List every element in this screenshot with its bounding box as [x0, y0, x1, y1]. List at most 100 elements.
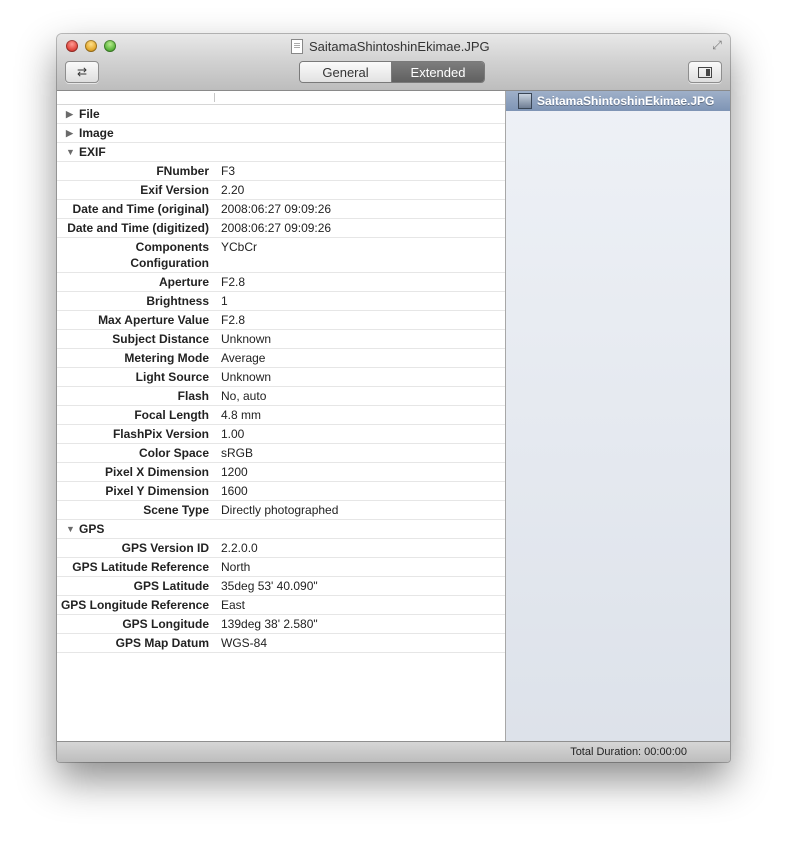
total-duration: Total Duration: 00:00:00 [570, 746, 687, 758]
property-key: Pixel X Dimension [104, 465, 209, 479]
property-value: Unknown [221, 370, 272, 384]
swap-arrows-icon: ⇄ [76, 65, 88, 79]
triangle-down-icon[interactable]: ▼ [66, 143, 75, 161]
tab-extended[interactable]: Extended [392, 62, 484, 82]
property-value: 1.00 [221, 427, 245, 441]
property-key: GPS Longitude Reference [60, 598, 209, 612]
table-row: FlashPix Version 1.00 [57, 425, 505, 444]
section-label: EXIF [79, 145, 106, 159]
property-value: F3 [221, 164, 236, 178]
file-list-item[interactable]: SaitamaShintoshinEkimae.JPG [506, 91, 730, 111]
table-row: Subject Distance Unknown [57, 330, 505, 349]
triangle-right-icon[interactable]: ▶ [66, 105, 73, 123]
table-row: Date and Time (digitized) 2008:06:27 09:0… [57, 219, 505, 238]
property-value: 2.20 [221, 183, 245, 197]
property-key: Flash [177, 389, 209, 403]
property-value: sRGB [221, 446, 254, 460]
section-exif[interactable]: ▼ EXIF [57, 143, 505, 162]
property-value: F2.8 [221, 313, 246, 327]
property-key: GPS Map Datum [115, 636, 209, 650]
property-value: 4.8 mm [221, 408, 262, 422]
close-button[interactable] [66, 40, 78, 52]
table-row: GPS Longitude 139deg 38' 2.580" [57, 615, 505, 634]
sidebar-toggle-button[interactable] [688, 61, 722, 83]
table-row: Light Source Unknown [57, 368, 505, 387]
property-key: Max Aperture Value [98, 313, 209, 327]
title-bar: SaitamaShintoshinEkimae.JPG ⤢ ⇄ General … [57, 34, 730, 91]
property-key: Brightness [146, 294, 209, 308]
window-title: SaitamaShintoshinEkimae.JPG [291, 37, 490, 55]
table-row: Brightness 1 [57, 292, 505, 311]
table-row: Max Aperture Value F2.8 [57, 311, 505, 330]
table-row: GPS Map Datum WGS-84 [57, 634, 505, 653]
property-key: Components Configuration [130, 240, 209, 270]
property-value: 139deg 38' 2.580" [221, 617, 318, 631]
table-row: FNumber F3 [57, 162, 505, 181]
property-value: East [221, 598, 246, 612]
property-value: North [221, 560, 251, 574]
section-gps[interactable]: ▼ GPS [57, 520, 505, 539]
property-value: 1600 [221, 484, 248, 498]
section-image[interactable]: ▶ Image [57, 124, 505, 143]
view-segmented-control: General Extended [299, 61, 485, 83]
minimize-button[interactable] [85, 40, 97, 52]
status-bar: Total Duration: 00:00:00 [57, 741, 730, 762]
table-row: GPS Latitude Reference North [57, 558, 505, 577]
triangle-down-icon[interactable]: ▼ [66, 520, 75, 538]
property-value: Average [221, 351, 266, 365]
property-key: Aperture [158, 275, 209, 289]
table-row: Pixel X Dimension 1200 [57, 463, 505, 482]
table-row: Pixel Y Dimension 1600 [57, 482, 505, 501]
window-title-text: SaitamaShintoshinEkimae.JPG [309, 38, 490, 54]
file-name: SaitamaShintoshinEkimae.JPG [537, 94, 715, 108]
table-row: Exif Version 2.20 [57, 181, 505, 200]
property-value: 2.2.0.0 [221, 541, 258, 555]
table-row: Date and Time (original) 2008:06:27 09:09… [57, 200, 505, 219]
property-key: Color Space [138, 446, 209, 460]
table-row: Focal Length 4.8 mm [57, 406, 505, 425]
inspector-window: SaitamaShintoshinEkimae.JPG ⤢ ⇄ General … [57, 34, 730, 762]
triangle-right-icon[interactable]: ▶ [66, 124, 73, 142]
property-value: 1200 [221, 465, 248, 479]
file-list-sidebar[interactable]: SaitamaShintoshinEkimae.JPG [506, 91, 730, 741]
property-key: GPS Version ID [121, 541, 209, 555]
property-key: GPS Longitude [122, 617, 209, 631]
swap-button[interactable]: ⇄ [65, 61, 99, 83]
table-row: Aperture F2.8 [57, 273, 505, 292]
property-value: Unknown [221, 332, 272, 346]
property-key: GPS Latitude Reference [72, 560, 209, 574]
zoom-button[interactable] [104, 40, 116, 52]
property-key: GPS Latitude [133, 579, 209, 593]
property-value: WGS-84 [221, 636, 268, 650]
sidebar-toggle-icon [698, 66, 712, 78]
table-row: Flash No, auto [57, 387, 505, 406]
property-value: Directly photographed [221, 503, 339, 517]
table-row: Metering Mode Average [57, 349, 505, 368]
fullscreen-icon[interactable]: ⤢ [710, 38, 724, 52]
metadata-outline[interactable]: ▶ File ▶ Image ▼ EXIF FNumber F3 Exif Ver… [57, 91, 506, 741]
section-file[interactable]: ▶ File [57, 105, 505, 124]
property-value: 35deg 53' 40.090" [221, 579, 318, 593]
column-divider[interactable] [214, 93, 215, 102]
property-value: 2008:06:27 09:09:26 [221, 202, 332, 216]
property-key: Metering Mode [124, 351, 209, 365]
section-label: Image [79, 126, 114, 140]
property-key: Scene Type [143, 503, 209, 517]
property-value: F2.8 [221, 275, 246, 289]
section-label: File [79, 107, 100, 121]
column-header [57, 91, 505, 105]
table-row: Components Configuration YCbCr [57, 238, 505, 273]
property-key: Date and Time (digitized) [67, 221, 209, 235]
section-label: GPS [79, 522, 105, 536]
image-thumbnail-icon [518, 93, 532, 109]
tab-general[interactable]: General [300, 62, 392, 82]
property-key: FNumber [156, 164, 209, 178]
property-value: 2008:06:27 09:09:26 [221, 221, 332, 235]
table-row: GPS Version ID 2.2.0.0 [57, 539, 505, 558]
property-value: YCbCr [221, 240, 258, 254]
table-row: GPS Longitude Reference East [57, 596, 505, 615]
document-icon [291, 38, 303, 54]
table-row: GPS Latitude 35deg 53' 40.090" [57, 577, 505, 596]
property-key: Pixel Y Dimension [105, 484, 209, 498]
property-key: Light Source [135, 370, 209, 384]
